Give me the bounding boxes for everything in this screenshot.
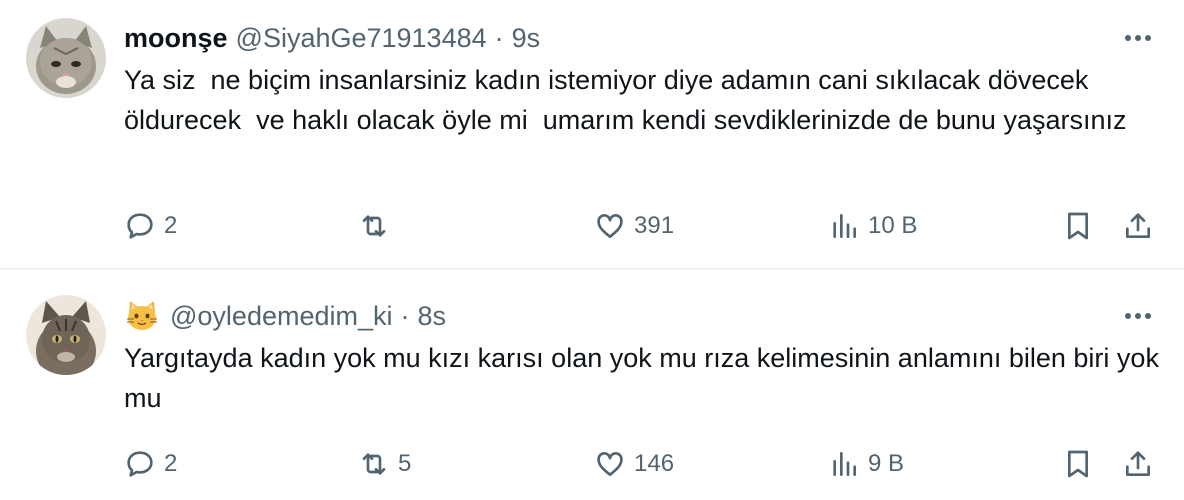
like-count: 391 xyxy=(634,212,675,239)
bookmark-button[interactable] xyxy=(1062,206,1094,246)
tweet-text: Ya siz ne biçim insanlarsiniz kadın iste… xyxy=(124,65,1127,135)
reply-icon xyxy=(127,213,153,239)
bookmark-button[interactable] xyxy=(1062,444,1094,484)
tweet[interactable]: moonşe @SiyahGe71913484 · 9s Ya siz ne b… xyxy=(0,0,1184,270)
reply-count: 2 xyxy=(164,212,178,239)
share-button[interactable] xyxy=(1122,444,1154,484)
share-button[interactable] xyxy=(1122,206,1154,246)
separator-dot: · xyxy=(400,300,410,331)
heart-icon xyxy=(597,452,623,476)
share-icon xyxy=(1126,451,1150,476)
avatar[interactable] xyxy=(26,295,106,375)
bookmark-icon xyxy=(1068,212,1088,240)
views-icon xyxy=(833,214,856,238)
separator-dot: · xyxy=(494,22,504,53)
views-count: 9 B xyxy=(868,450,905,477)
avatar[interactable] xyxy=(26,18,106,98)
tweet[interactable]: @oyledemedim_ki · 8s Yargıtayda kadın yo… xyxy=(0,270,1184,500)
timestamp[interactable]: 8s xyxy=(418,301,447,332)
timestamp[interactable]: 9s xyxy=(512,23,541,54)
views-button[interactable]: 9 B xyxy=(828,444,904,484)
tweet-text: Yargıtayda kadın yok mu kızı karısı olan… xyxy=(124,343,1167,413)
retweet-button[interactable] xyxy=(358,206,398,246)
tweet-actions: 2 391 10 B xyxy=(0,206,1184,246)
tweet-header: moonşe @SiyahGe71913484 · 9s xyxy=(124,18,540,58)
like-button[interactable]: 391 xyxy=(594,206,674,246)
more-icon[interactable] xyxy=(1122,300,1154,332)
reply-button[interactable]: 2 xyxy=(124,444,177,484)
tweet-header: @oyledemedim_ki · 8s xyxy=(124,296,446,336)
share-icon xyxy=(1126,213,1150,238)
views-icon xyxy=(833,452,856,476)
reply-count: 2 xyxy=(164,450,178,477)
cat-face-icon[interactable] xyxy=(124,298,160,334)
views-count: 10 B xyxy=(868,212,918,239)
tweet-actions: 2 5 146 9 B xyxy=(0,444,1184,484)
like-button[interactable]: 146 xyxy=(594,444,674,484)
retweet-icon xyxy=(362,453,386,475)
more-icon[interactable] xyxy=(1122,22,1154,54)
reply-icon xyxy=(127,451,153,477)
bookmark-icon xyxy=(1068,450,1088,478)
heart-icon xyxy=(597,214,623,238)
reply-button[interactable]: 2 xyxy=(124,206,177,246)
user-handle[interactable]: @SiyahGe71913484 xyxy=(236,23,487,54)
retweet-button[interactable]: 5 xyxy=(358,444,411,484)
retweet-count: 5 xyxy=(398,450,412,477)
retweet-icon xyxy=(362,215,386,237)
display-name[interactable]: moonşe xyxy=(124,23,228,54)
user-handle[interactable]: @oyledemedim_ki xyxy=(170,301,393,332)
like-count: 146 xyxy=(634,450,675,477)
views-button[interactable]: 10 B xyxy=(828,206,917,246)
